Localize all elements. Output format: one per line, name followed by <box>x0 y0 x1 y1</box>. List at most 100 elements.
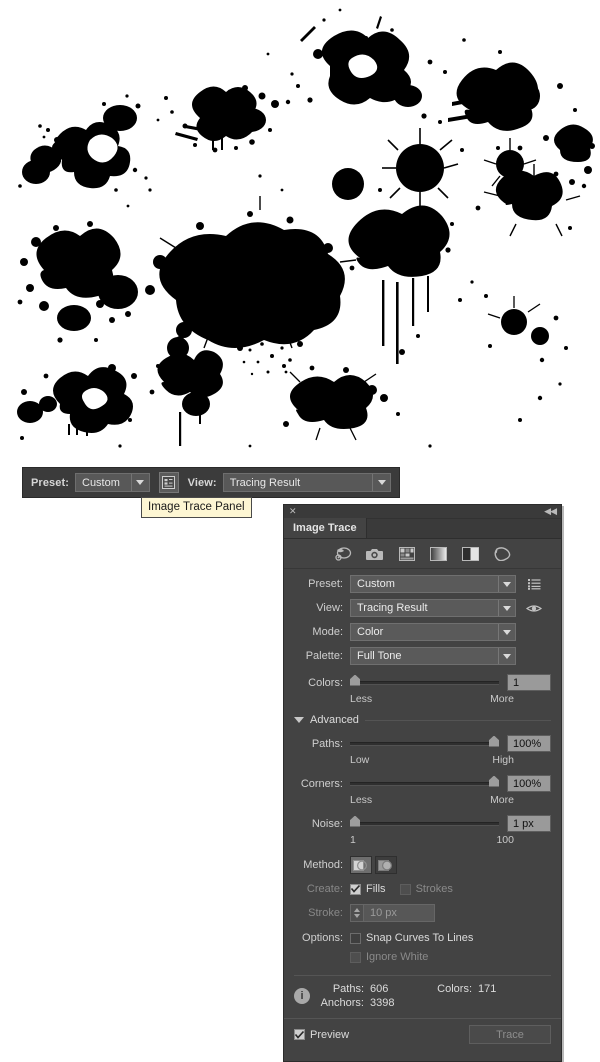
control-bar-view-dropdown[interactable]: Tracing Result <box>222 473 391 492</box>
low-fidelity-photo-icon[interactable] <box>397 545 417 563</box>
splatter-svg <box>0 0 600 465</box>
corners-label: Corners: <box>300 777 343 790</box>
control-bar-preset-value: Custom <box>82 476 120 489</box>
panel-titlebar[interactable]: ✕ ◀◀ <box>284 505 561 519</box>
colors-slider-thumb[interactable] <box>350 674 360 686</box>
preview-checkbox-group[interactable]: Preview <box>294 1029 349 1041</box>
info-icon: i <box>294 988 310 1004</box>
paths-row: Paths: 100% <box>284 735 561 752</box>
palette-value: Full Tone <box>357 650 402 662</box>
corners-slider[interactable]: 100% <box>350 775 551 792</box>
auto-color-icon[interactable] <box>333 545 353 563</box>
panel-tab-row: Image Trace <box>284 518 561 539</box>
chevron-down-icon[interactable] <box>498 624 515 640</box>
noise-slider-track[interactable] <box>350 815 499 827</box>
paths-label: Paths: <box>311 737 343 750</box>
chevron-down-icon[interactable] <box>498 576 515 592</box>
control-bar-preset-label: Preset: <box>31 476 69 489</box>
paths-slider[interactable]: 100% <box>350 735 551 752</box>
ignore-white-checkbox-group[interactable]: Ignore White <box>350 951 428 963</box>
colors-value-input[interactable]: 1 <box>507 674 551 691</box>
high-fidelity-photo-icon[interactable] <box>365 545 385 563</box>
snap-curves-label: Snap Curves To Lines <box>366 932 474 944</box>
paths-scale-labels: Low High <box>284 753 561 766</box>
control-bar-preset-dropdown[interactable]: Custom <box>75 473 150 492</box>
overlapping-method-icon[interactable] <box>375 856 397 874</box>
tab-image-trace[interactable]: Image Trace <box>284 518 367 538</box>
abutting-method-icon[interactable] <box>350 856 372 874</box>
info-line-paths: Paths: 606 Colors: 171 <box>318 983 497 995</box>
palette-dropdown[interactable]: Full Tone <box>350 647 516 665</box>
preset-label: Preset: <box>308 578 343 590</box>
triangle-down-icon[interactable] <box>354 914 360 918</box>
create-strokes-checkbox[interactable] <box>399 883 411 895</box>
preview-checkbox[interactable] <box>294 1029 305 1040</box>
method-row: Method: <box>284 856 561 874</box>
black-and-white-icon[interactable] <box>461 545 481 563</box>
triangle-up-icon[interactable] <box>354 908 360 912</box>
create-fills-checkbox-group[interactable]: Fills <box>350 883 386 895</box>
outline-icon[interactable] <box>493 545 513 563</box>
corners-min-label: Less <box>350 794 373 806</box>
colors-slider[interactable]: 1 <box>350 674 551 691</box>
noise-slider[interactable]: 1 px <box>350 815 551 832</box>
preset-toolbar <box>284 539 561 569</box>
panel-footer: Preview Trace <box>284 1019 561 1044</box>
options-label: Options: <box>302 932 343 944</box>
stroke-row: Stroke: 10 px <box>284 904 561 922</box>
view-dropdown[interactable]: Tracing Result <box>350 599 516 617</box>
colors-max-label: More <box>490 693 514 705</box>
method-button-group <box>350 856 397 874</box>
colors-slider-track[interactable] <box>350 674 499 686</box>
preset-dropdown[interactable]: Custom <box>350 575 516 593</box>
snap-curves-checkbox[interactable] <box>350 932 361 944</box>
noise-slider-thumb[interactable] <box>350 815 360 827</box>
eye-icon[interactable] <box>525 599 543 617</box>
paths-slider-thumb[interactable] <box>489 735 499 747</box>
menu-list-icon[interactable] <box>525 575 543 593</box>
tooltip: Image Trace Panel <box>141 497 252 518</box>
stroke-value: 10 px <box>370 907 397 919</box>
paths-slider-track[interactable] <box>350 735 499 747</box>
chevron-down-icon[interactable] <box>498 600 515 616</box>
create-label: Create: <box>306 883 343 895</box>
colors-value: 1 <box>513 676 520 689</box>
chevron-down-icon[interactable] <box>498 648 515 664</box>
ink-splatter-artwork[interactable] <box>0 0 600 465</box>
noise-value-input[interactable]: 1 px <box>507 815 551 832</box>
trace-button[interactable]: Trace <box>469 1025 551 1044</box>
corners-max-label: More <box>490 794 514 806</box>
options-row: Options: Snap Curves To Lines <box>284 932 561 944</box>
advanced-section-header[interactable]: Advanced <box>284 714 561 726</box>
corners-slider-track[interactable] <box>350 775 499 787</box>
preset-value: Custom <box>357 578 395 590</box>
noise-min-label: 1 <box>350 834 356 846</box>
grayscale-icon[interactable] <box>429 545 449 563</box>
ignore-white-label: Ignore White <box>366 951 429 963</box>
paths-value-input[interactable]: 100% <box>507 735 551 752</box>
colors-row: Colors: 1 <box>284 674 561 691</box>
info-anchors-label: Anchors: <box>320 997 364 1009</box>
chevron-down-icon[interactable] <box>372 474 390 491</box>
chevron-down-icon[interactable] <box>130 474 149 491</box>
create-strokes-checkbox-group[interactable]: Strokes <box>399 883 453 895</box>
close-icon[interactable]: ✕ <box>289 507 297 516</box>
divider <box>364 719 551 721</box>
collapse-icon[interactable]: ◀◀ <box>544 506 557 517</box>
stepper-arrows[interactable] <box>351 905 364 921</box>
stroke-stepper[interactable]: 10 px <box>350 904 435 922</box>
create-fills-checkbox[interactable] <box>350 883 361 895</box>
mode-dropdown[interactable]: Color <box>350 623 516 641</box>
image-trace-panel-button[interactable] <box>158 472 179 493</box>
corners-value-input[interactable]: 100% <box>507 775 551 792</box>
corners-slider-thumb[interactable] <box>489 775 499 787</box>
triangle-down-icon[interactable] <box>294 717 304 723</box>
mode-label: Mode: <box>312 626 343 638</box>
trace-button-label: Trace <box>496 1028 524 1041</box>
ignore-white-checkbox[interactable] <box>350 951 361 963</box>
image-trace-panel: ✕ ◀◀ Image Trace Preset: Custom View: Tr… <box>283 504 562 1062</box>
snap-curves-checkbox-group[interactable]: Snap Curves To Lines <box>350 932 473 944</box>
paths-min-label: Low <box>350 754 370 766</box>
info-paths-value: 606 <box>370 983 389 995</box>
mode-value: Color <box>357 626 384 638</box>
